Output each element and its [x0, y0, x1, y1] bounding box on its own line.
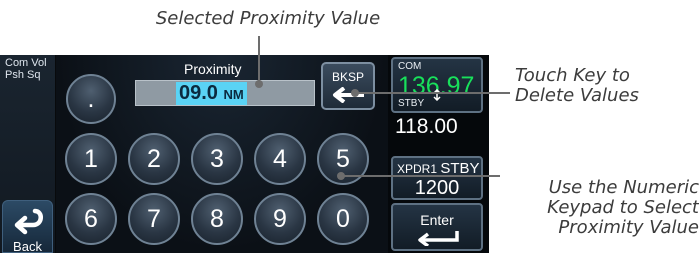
proximity-unit: NM — [223, 87, 244, 102]
left-arrow-icon — [333, 87, 364, 103]
key-8[interactable]: 8 — [191, 193, 243, 245]
leader-line-value — [258, 36, 260, 82]
enter-arrow-icon — [418, 231, 459, 246]
callout-backspace: Touch Key to Delete Values — [515, 65, 639, 106]
keypad-panel: . Proximity 09.0 NM BKSP 1 2 3 4 5 6 7 8… — [56, 55, 388, 253]
leader-dot-keypad — [337, 172, 345, 180]
key-decimal[interactable]: . — [66, 74, 116, 124]
leader-dot-value — [255, 80, 263, 88]
enter-label: Enter — [420, 212, 454, 228]
callout-selected-value: Selected Proximity Value — [155, 8, 381, 29]
back-label: Back — [13, 239, 42, 253]
com-frequency-box[interactable]: COM 136.97 STBY — [391, 57, 483, 113]
key-6[interactable]: 6 — [65, 193, 117, 245]
back-button[interactable]: Back — [2, 200, 53, 253]
com-volume-line1: Com Vol — [5, 57, 47, 69]
swap-arrow-icon — [433, 89, 441, 101]
leader-line-keypad — [341, 175, 500, 177]
proximity-value-highlight: 09.0 NM — [176, 82, 247, 105]
com-label: COM — [398, 61, 422, 72]
key-1[interactable]: 1 — [65, 133, 117, 185]
com-standby-label: STBY — [398, 98, 425, 109]
key-2[interactable]: 2 — [128, 133, 180, 185]
back-arrow-icon — [14, 208, 43, 235]
key-7[interactable]: 7 — [128, 193, 180, 245]
com-volume-line2: Psh Sq — [5, 69, 41, 81]
proximity-value-field[interactable]: 09.0 NM — [135, 80, 315, 106]
key-0[interactable]: 0 — [317, 193, 369, 245]
key-4[interactable]: 4 — [254, 133, 306, 185]
com-standby-frequency[interactable]: 118.00 — [395, 115, 458, 139]
key-3[interactable]: 3 — [191, 133, 243, 185]
avionics-touch-screen: Com Vol Psh Sq Back . Proximity 09.0 NM … — [0, 55, 489, 253]
com-volume-knob-label: Com Vol Psh Sq — [5, 57, 55, 81]
enter-button[interactable]: Enter — [391, 203, 483, 251]
leader-line-backspace — [355, 92, 510, 94]
callout-keypad: Use the Numeric Keypad to Select Proximi… — [547, 177, 699, 238]
key-9[interactable]: 9 — [254, 193, 306, 245]
backspace-button[interactable]: BKSP — [321, 62, 375, 110]
keypad-title: Proximity — [184, 61, 242, 77]
backspace-label: BKSP — [331, 70, 364, 84]
transponder-code: 1200 — [414, 177, 460, 199]
leader-dot-backspace — [351, 89, 359, 97]
transponder-name: XPDR1 — [397, 162, 438, 176]
left-rail: Com Vol Psh Sq Back — [0, 55, 55, 253]
transponder-box[interactable]: XPDR1 STBY 1200 — [391, 156, 483, 200]
right-rail: COM 136.97 STBY 118.00 XPDR1 STBY 1200 E… — [388, 55, 489, 253]
proximity-value: 09.0 — [179, 82, 218, 104]
